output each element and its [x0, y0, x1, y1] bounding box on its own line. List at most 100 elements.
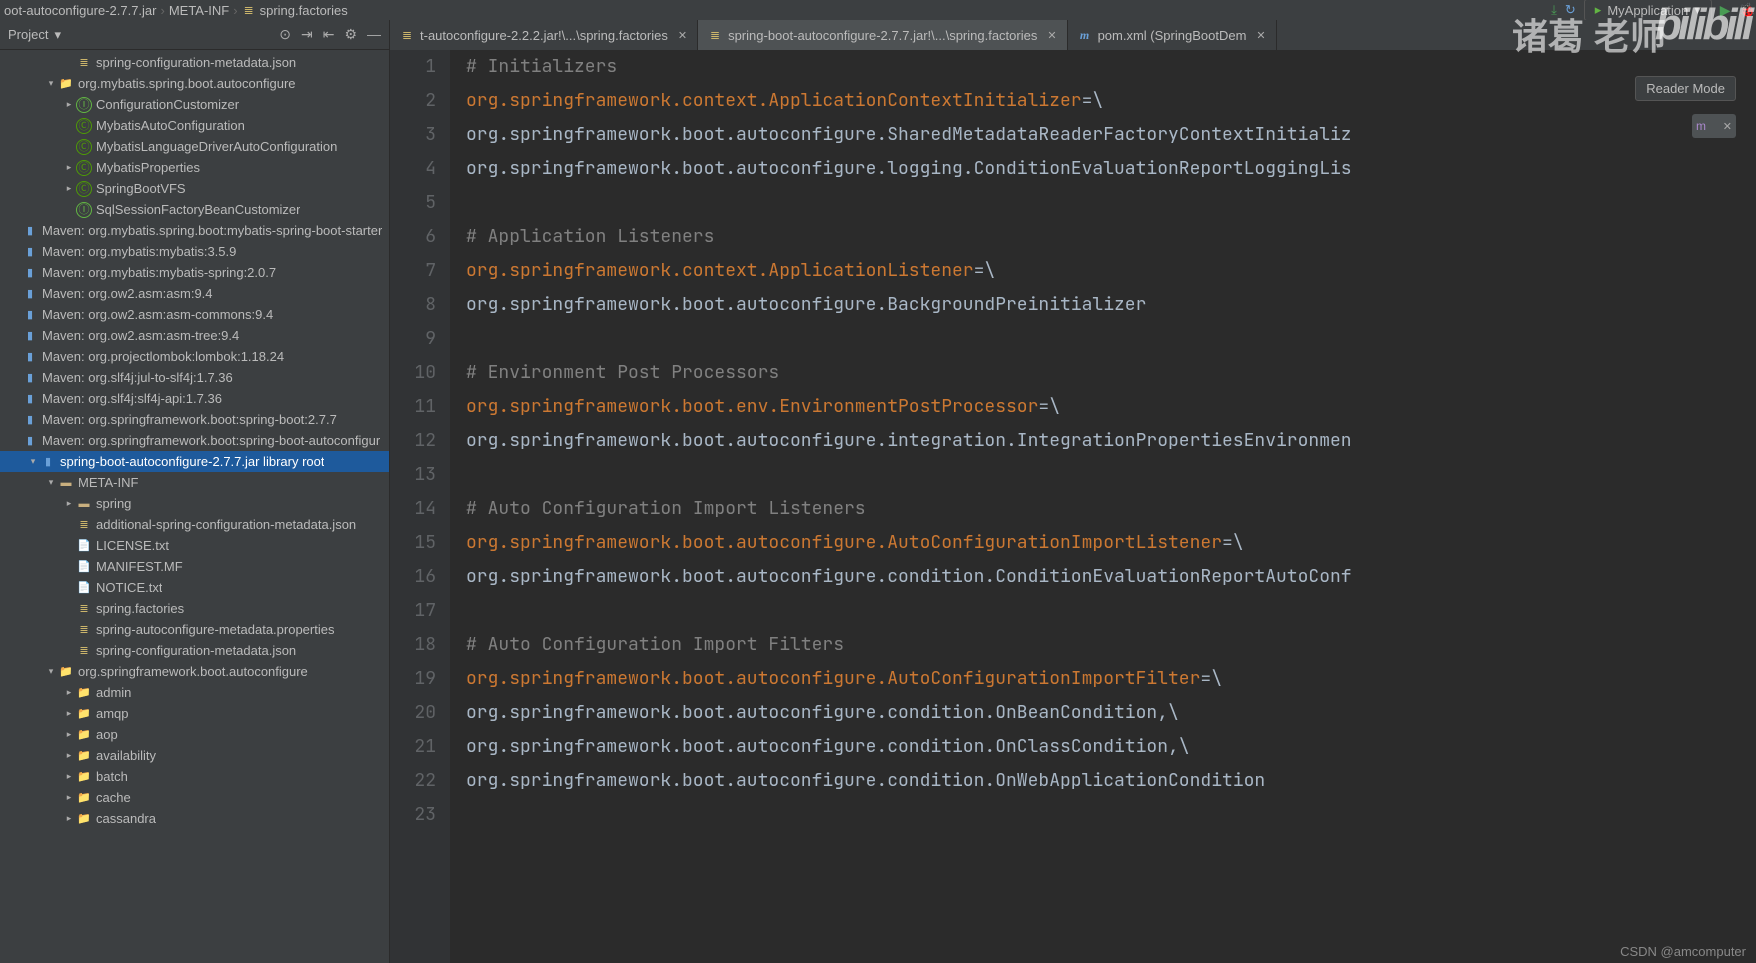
- tree-row[interactable]: ▸ⒸMybatisProperties: [0, 157, 389, 178]
- editor-tab[interactable]: mpom.xml (SpringBootDem✕: [1068, 20, 1277, 50]
- code-line[interactable]: [466, 322, 1756, 356]
- tree-arrow-icon[interactable]: ▸: [62, 708, 76, 719]
- tree-row[interactable]: ▾📁org.springframework.boot.autoconfigure: [0, 661, 389, 682]
- tree-row[interactable]: ▮Maven: org.slf4j:jul-to-slf4j:1.7.36: [0, 367, 389, 388]
- breadcrumb-item[interactable]: META-INF: [169, 3, 229, 18]
- tree-row[interactable]: ≣spring-configuration-metadata.json: [0, 52, 389, 73]
- tree-row[interactable]: ▮Maven: org.mybatis:mybatis-spring:2.0.7: [0, 262, 389, 283]
- tree-row[interactable]: ▸ⒸSpringBootVFS: [0, 178, 389, 199]
- tree-arrow-icon[interactable]: ▾: [44, 477, 58, 488]
- tree-row[interactable]: ▮Maven: org.ow2.asm:asm-tree:9.4: [0, 325, 389, 346]
- tree-arrow-icon[interactable]: ▸: [62, 183, 76, 194]
- reader-mode-badge[interactable]: Reader Mode: [1635, 76, 1736, 101]
- tree-row[interactable]: ▾▮spring-boot-autoconfigure-2.7.7.jar li…: [0, 451, 389, 472]
- tree-row[interactable]: ▸📁batch: [0, 766, 389, 787]
- tree-row[interactable]: ▮Maven: org.springframework.boot:spring-…: [0, 430, 389, 451]
- code-line[interactable]: org.springframework.boot.autoconfigure.c…: [466, 560, 1756, 594]
- tree-row[interactable]: ▸📁admin: [0, 682, 389, 703]
- code-line[interactable]: # Application Listeners: [466, 220, 1756, 254]
- project-tree[interactable]: ≣spring-configuration-metadata.json▾📁org…: [0, 50, 389, 829]
- close-icon[interactable]: ✕: [1723, 120, 1732, 133]
- tree-arrow-icon[interactable]: ▸: [62, 99, 76, 110]
- tree-arrow-icon[interactable]: ▸: [62, 498, 76, 509]
- tree-row[interactable]: ≣spring-autoconfigure-metadata.propertie…: [0, 619, 389, 640]
- tree-row[interactable]: ▸ⒾConfigurationCustomizer: [0, 94, 389, 115]
- code-line[interactable]: org.springframework.boot.autoconfigure.c…: [466, 730, 1756, 764]
- tree-row[interactable]: ▮Maven: org.ow2.asm:asm:9.4: [0, 283, 389, 304]
- tree-row[interactable]: ▸📁aop: [0, 724, 389, 745]
- tree-row[interactable]: ▮Maven: org.mybatis.spring.boot:mybatis-…: [0, 220, 389, 241]
- code-line[interactable]: org.springframework.boot.autoconfigure.A…: [466, 526, 1756, 560]
- select-opened-file-icon[interactable]: ⊙: [279, 26, 291, 43]
- code-line[interactable]: # Environment Post Processors: [466, 356, 1756, 390]
- code-line[interactable]: org.springframework.boot.autoconfigure.A…: [466, 662, 1756, 696]
- tree-row[interactable]: ▸▬spring: [0, 493, 389, 514]
- expand-all-icon[interactable]: ⇥: [301, 26, 313, 43]
- code-line[interactable]: [466, 186, 1756, 220]
- tree-row[interactable]: ▸📁availability: [0, 745, 389, 766]
- tree-arrow-icon[interactable]: ▸: [62, 162, 76, 173]
- code-line[interactable]: org.springframework.boot.autoconfigure.c…: [466, 696, 1756, 730]
- code-line[interactable]: org.springframework.context.ApplicationL…: [466, 254, 1756, 288]
- tree-arrow-icon[interactable]: ▸: [62, 771, 76, 782]
- tree-row[interactable]: ≣additional-spring-configuration-metadat…: [0, 514, 389, 535]
- code-line[interactable]: org.springframework.boot.env.Environment…: [466, 390, 1756, 424]
- run-button[interactable]: ▶: [1720, 2, 1731, 19]
- tree-row[interactable]: ▮Maven: org.mybatis:mybatis:3.5.9: [0, 241, 389, 262]
- tree-row[interactable]: 📄NOTICE.txt: [0, 577, 389, 598]
- code-content[interactable]: # Initializersorg.springframework.contex…: [450, 50, 1756, 963]
- tree-row[interactable]: ▮Maven: org.slf4j:slf4j-api:1.7.36: [0, 388, 389, 409]
- code-line[interactable]: # Auto Configuration Import Filters: [466, 628, 1756, 662]
- tree-arrow-icon[interactable]: ▸: [62, 792, 76, 803]
- close-icon[interactable]: ✕: [1256, 29, 1265, 42]
- code-line[interactable]: [466, 458, 1756, 492]
- tree-row[interactable]: ▮Maven: org.springframework.boot:spring-…: [0, 409, 389, 430]
- run-config-select[interactable]: ▸ MyApplication ▾: [1584, 0, 1712, 21]
- breadcrumb-item[interactable]: oot-autoconfigure-2.7.7.jar: [4, 3, 156, 18]
- tree-arrow-icon[interactable]: ▸: [62, 729, 76, 740]
- tree-row[interactable]: ≣spring-configuration-metadata.json: [0, 640, 389, 661]
- tree-row[interactable]: ▮Maven: org.projectlombok:lombok:1.18.24: [0, 346, 389, 367]
- code-line[interactable]: org.springframework.boot.autoconfigure.S…: [466, 118, 1756, 152]
- settings-gear-icon[interactable]: ⚙: [344, 26, 357, 43]
- code-line[interactable]: org.springframework.context.ApplicationC…: [466, 84, 1756, 118]
- inspection-badge[interactable]: m✕: [1692, 114, 1736, 138]
- tree-arrow-icon[interactable]: ▾: [44, 666, 58, 677]
- chevron-down-icon[interactable]: ▾: [54, 27, 61, 43]
- code-line[interactable]: # Auto Configuration Import Listeners: [466, 492, 1756, 526]
- tree-row[interactable]: 📄MANIFEST.MF: [0, 556, 389, 577]
- tree-arrow-icon[interactable]: ▸: [62, 750, 76, 761]
- tree-row[interactable]: ⒸMybatisAutoConfiguration: [0, 115, 389, 136]
- close-icon[interactable]: ✕: [678, 29, 687, 42]
- code-line[interactable]: org.springframework.boot.autoconfigure.l…: [466, 152, 1756, 186]
- tree-row[interactable]: ▸📁amqp: [0, 703, 389, 724]
- tree-row[interactable]: ▮Maven: org.ow2.asm:asm-commons:9.4: [0, 304, 389, 325]
- debug-button[interactable]: 🐞: [1739, 2, 1756, 19]
- tree-arrow-icon[interactable]: ▸: [62, 687, 76, 698]
- tree-row[interactable]: ⒸMybatisLanguageDriverAutoConfiguration: [0, 136, 389, 157]
- project-title[interactable]: Project: [8, 27, 48, 42]
- tree-row[interactable]: ▾📁org.mybatis.spring.boot.autoconfigure: [0, 73, 389, 94]
- code-line[interactable]: [466, 798, 1756, 832]
- code-line[interactable]: org.springframework.boot.autoconfigure.i…: [466, 424, 1756, 458]
- tree-row[interactable]: ≣spring.factories: [0, 598, 389, 619]
- code-area[interactable]: 1234567891011121314151617181920212223 # …: [390, 50, 1756, 963]
- code-line[interactable]: org.springframework.boot.autoconfigure.B…: [466, 288, 1756, 322]
- hide-icon[interactable]: —: [367, 26, 381, 43]
- tree-row[interactable]: 📄LICENSE.txt: [0, 535, 389, 556]
- code-line[interactable]: [466, 594, 1756, 628]
- editor-tab[interactable]: ≣spring-boot-autoconfigure-2.7.7.jar!\..…: [698, 20, 1068, 50]
- sync-icon[interactable]: ↻: [1565, 2, 1576, 18]
- tree-row[interactable]: ▸📁cache: [0, 787, 389, 808]
- tree-row[interactable]: ⒾSqlSessionFactoryBeanCustomizer: [0, 199, 389, 220]
- tree-arrow-icon[interactable]: ▸: [62, 813, 76, 824]
- collapse-all-icon[interactable]: ⇤: [323, 26, 335, 43]
- tree-row[interactable]: ▸📁cassandra: [0, 808, 389, 829]
- code-line[interactable]: org.springframework.boot.autoconfigure.c…: [466, 764, 1756, 798]
- code-line[interactable]: # Initializers: [466, 50, 1756, 84]
- close-icon[interactable]: ✕: [1047, 29, 1056, 42]
- tree-arrow-icon[interactable]: ▾: [44, 78, 58, 89]
- tree-row[interactable]: ▾▬META-INF: [0, 472, 389, 493]
- breadcrumb-item[interactable]: spring.factories: [260, 3, 348, 18]
- tree-arrow-icon[interactable]: ▾: [26, 456, 40, 467]
